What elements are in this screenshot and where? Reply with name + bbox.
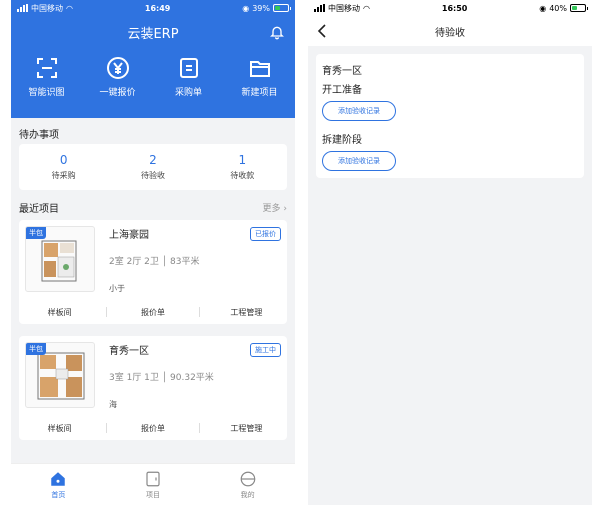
- signal-icon: [17, 4, 28, 12]
- todo-card: 0 待采购 2 待验收 1 待收款: [19, 144, 287, 190]
- add-inspection-record-button[interactable]: 添加验收记录: [322, 101, 396, 121]
- battery-icon: [570, 4, 588, 12]
- quick-action-label: 智能识图: [28, 88, 65, 98]
- quick-actions: 智能识图 一键报价 采购单 新建项目: [11, 48, 295, 118]
- profile-icon: [240, 471, 255, 486]
- scan-icon: [36, 58, 57, 78]
- todo-label: 待收款: [230, 171, 255, 180]
- battery-percent: 40%: [549, 3, 567, 13]
- home-header: 中国移动 ◠ 16:49 ◉ 39% 云装ERP 智能识图 一键报价 采购单 新…: [11, 0, 295, 118]
- project-links: 样板间 报价单 工程管理: [19, 307, 287, 318]
- tab-label: 项目: [145, 490, 160, 499]
- back-arrow-icon[interactable]: [316, 24, 328, 38]
- todo-count: 0: [59, 153, 68, 167]
- phase-block: 拆建阶段 添加验收记录: [322, 131, 578, 171]
- inspection-header: 中国移动 ◠ 16:50 ◉ 40% 待验收: [308, 0, 592, 46]
- project-owner: 海: [109, 400, 117, 409]
- link-project-management[interactable]: 工程管理: [211, 307, 281, 318]
- todo-label: 待采购: [51, 171, 76, 180]
- tab-home[interactable]: 首页: [28, 470, 88, 500]
- quick-action-purchase-order[interactable]: 采购单: [159, 56, 219, 106]
- quick-action-label: 一键报价: [99, 88, 136, 98]
- carrier-label: 中国移动: [328, 3, 360, 13]
- status-bar: 中国移动 ◠ 16:49 ◉ 39%: [11, 0, 295, 16]
- divider: [105, 423, 107, 433]
- project-owner: 小于: [109, 284, 125, 293]
- link-showroom[interactable]: 样板间: [25, 307, 95, 318]
- todo-section-header: 待办事项: [11, 122, 295, 144]
- phase-name: 开工准备: [322, 85, 362, 96]
- wifi-icon: ◠: [363, 3, 370, 13]
- inspection-panel: 育秀一区 开工准备 添加验收记录 拆建阶段 添加验收记录: [316, 54, 584, 178]
- tab-label: 我的: [240, 490, 255, 499]
- todo-label: 待验收: [140, 171, 165, 180]
- divider: [199, 307, 201, 317]
- carrier-label: 中国移动: [31, 3, 63, 13]
- wifi-icon: ◠: [66, 3, 73, 13]
- signal-icon: [314, 4, 325, 12]
- project-card[interactable]: 半包 上海豪园 已报价 2室 2厅 2卫 │ 83平米 小于 样板间 报价单 工…: [19, 220, 287, 324]
- quick-action-new-project[interactable]: 新建项目: [230, 56, 290, 106]
- todo-count: 2: [149, 153, 157, 167]
- add-inspection-record-button[interactable]: 添加验收记录: [322, 151, 396, 171]
- recent-title: 最近项目: [19, 203, 59, 215]
- link-quote[interactable]: 报价单: [118, 307, 188, 318]
- more-link[interactable]: 更多 ›: [263, 201, 287, 214]
- battery-icon: [273, 4, 291, 12]
- document-icon: [179, 58, 198, 78]
- todo-pending-payment[interactable]: 1 待收款: [207, 153, 277, 181]
- status-time: 16:50: [441, 3, 468, 13]
- todo-count: 1: [238, 153, 247, 167]
- project-name: 育秀一区: [322, 66, 362, 77]
- project-name: 育秀一区: [109, 346, 149, 357]
- divider: [199, 423, 201, 433]
- phase-name: 拆建阶段: [322, 135, 362, 146]
- app-title: 云装ERP: [127, 26, 179, 42]
- project-name: 上海豪园: [109, 230, 149, 241]
- status-badge: 已报价: [250, 227, 281, 241]
- status-bar: 中国移动 ◠ 16:50 ◉ 40%: [308, 0, 592, 16]
- quick-action-smart-recognize[interactable]: 智能识图: [17, 56, 77, 106]
- project-links: 样板间 报价单 工程管理: [19, 423, 287, 434]
- recent-section-header: 最近项目 更多 ›: [11, 196, 295, 218]
- location-icon: ◉: [242, 3, 250, 13]
- quick-action-quick-quote[interactable]: 一键报价: [88, 56, 148, 106]
- bottom-tab-bar: 首页 项目 我的: [11, 463, 295, 505]
- link-showroom[interactable]: 样板间: [25, 423, 95, 434]
- divider: [105, 307, 107, 317]
- folder-icon: [249, 61, 270, 77]
- status-time: 16:49: [144, 3, 171, 13]
- contract-tag: 半包: [26, 227, 46, 239]
- project-info: 2室 2厅 2卫 │ 83平米: [109, 257, 200, 267]
- bell-icon[interactable]: [269, 24, 285, 40]
- link-quote[interactable]: 报价单: [118, 423, 188, 434]
- home-screen: 中国移动 ◠ 16:49 ◉ 39% 云装ERP 智能识图 一键报价 采购单 新…: [11, 0, 295, 505]
- status-badge: 施工中: [250, 343, 281, 357]
- page-title: 待验收: [435, 27, 465, 39]
- todo-title: 待办事项: [19, 129, 59, 141]
- yen-icon: [106, 57, 129, 79]
- project-info: 3室 1厅 1卫 │ 90.32平米: [109, 373, 214, 383]
- tab-profile[interactable]: 我的: [218, 470, 278, 500]
- home-icon: [51, 471, 66, 486]
- quick-action-label: 新建项目: [241, 88, 278, 98]
- inspection-screen: 中国移动 ◠ 16:50 ◉ 40% 待验收 育秀一区 开工准备 添加验收记录 …: [308, 0, 592, 505]
- contract-tag: 半包: [26, 343, 46, 355]
- nav-bar: 待验收: [308, 16, 592, 46]
- floorplan-thumbnail: 半包: [25, 226, 95, 292]
- app-title-bar: 云装ERP: [11, 16, 295, 48]
- todo-pending-inspection[interactable]: 2 待验收: [118, 153, 188, 181]
- project-icon: [146, 471, 160, 486]
- phase-block: 开工准备 添加验收记录: [322, 81, 578, 121]
- location-icon: ◉: [539, 3, 547, 13]
- link-project-management[interactable]: 工程管理: [211, 423, 281, 434]
- quick-action-label: 采购单: [174, 88, 202, 98]
- tab-label: 首页: [51, 490, 66, 499]
- floorplan-thumbnail: 半包: [25, 342, 95, 408]
- todo-pending-purchase[interactable]: 0 待采购: [29, 153, 99, 181]
- tab-projects[interactable]: 项目: [123, 470, 183, 500]
- battery-percent: 39%: [252, 3, 270, 13]
- project-card[interactable]: 半包 育秀一区 施工中 3室 1厅 1卫 │ 90.32平米 海 样板间 报价单…: [19, 336, 287, 440]
